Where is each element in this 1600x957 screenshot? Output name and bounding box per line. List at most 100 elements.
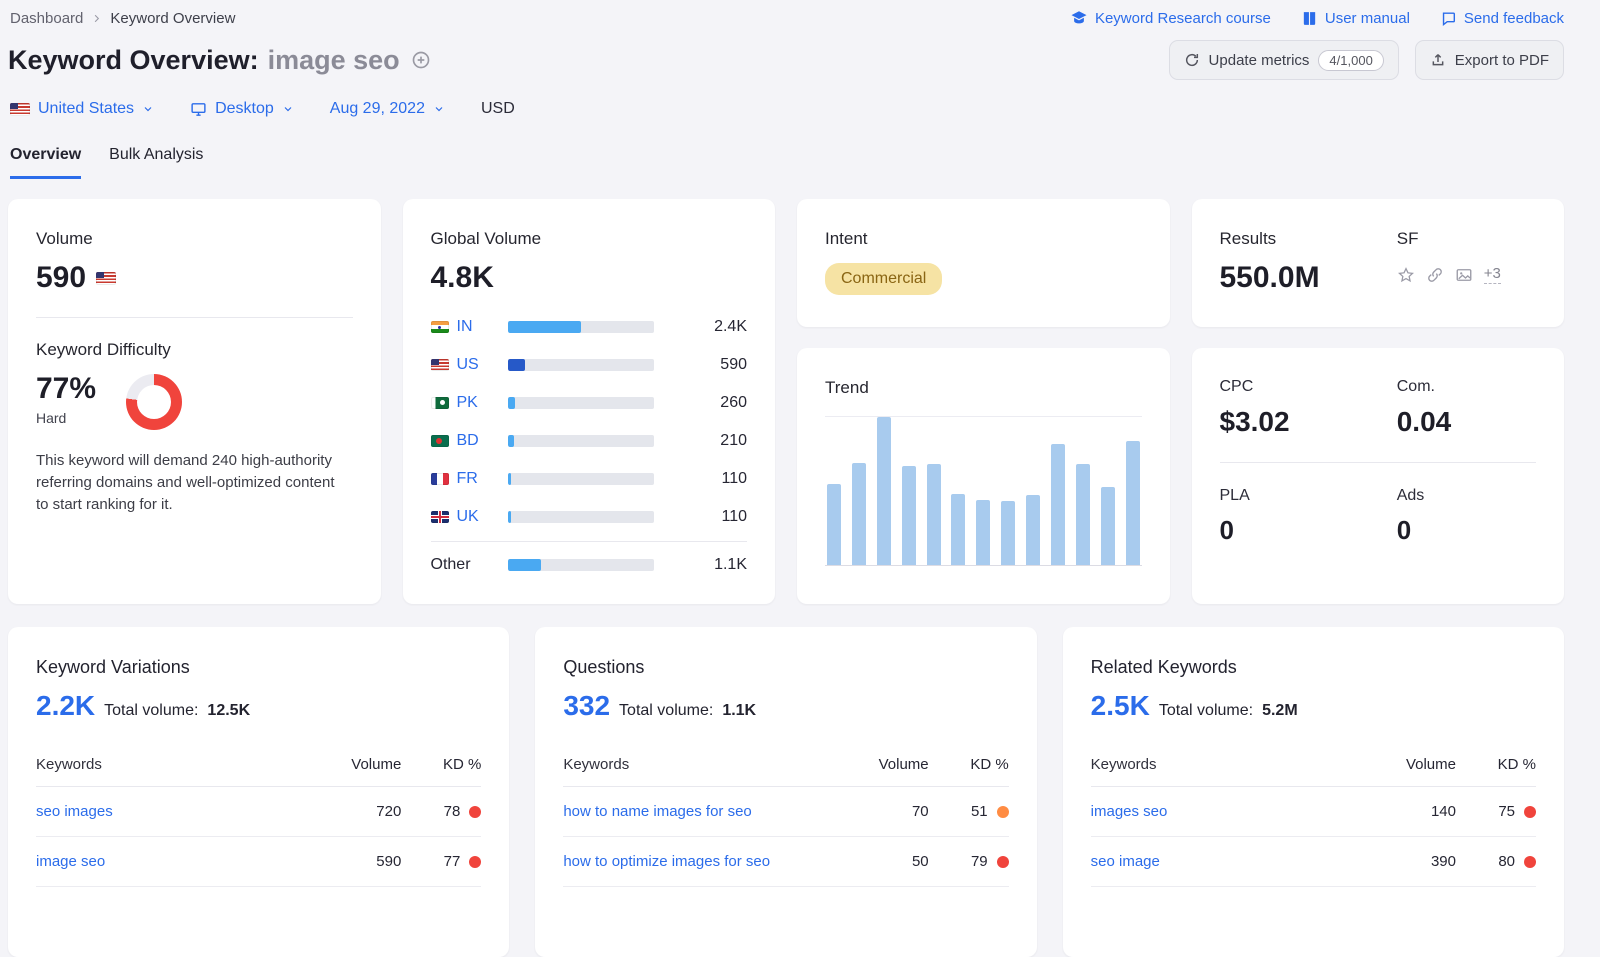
global-volume-row: PK 260 (430, 391, 747, 415)
table-header: Keywords Volume KD % (1090, 756, 1536, 787)
country-code-link[interactable]: IN (457, 318, 508, 336)
country-volume-bar (507, 397, 654, 409)
competition-label: Com. (1396, 378, 1435, 395)
country-volume-bar (507, 435, 654, 447)
country-volume-value[interactable]: 110 (654, 470, 747, 488)
country-volume-bar-fill (507, 359, 526, 371)
flag-fr-icon (430, 473, 449, 485)
kd-dot (1524, 805, 1536, 818)
results-value: 550.0M (1219, 261, 1320, 294)
global-volume-value: 4.8K (430, 261, 494, 294)
export-pdf-button[interactable]: Export to PDF (1414, 40, 1564, 80)
kd-donut-chart (126, 374, 183, 430)
keywords-column-header: Keywords (36, 756, 102, 773)
results-cpc-column: Results 550.0M SF +3 CPC $3.02 Com. 0.04… (1191, 199, 1564, 604)
keyword-link[interactable]: seo images (36, 803, 113, 820)
country-volume-value[interactable]: 260 (654, 394, 747, 412)
serp-features-title: SF (1396, 229, 1419, 248)
kd-level-label: Hard (36, 410, 67, 426)
flag-bd-icon (430, 435, 449, 447)
chevron-down-icon (435, 107, 443, 112)
table-count: 2.5K (1090, 690, 1150, 721)
keyword-volume: 720 (376, 803, 402, 820)
country-volume-bar (507, 473, 654, 485)
date-filter[interactable]: Aug 29, 2022 (330, 100, 445, 118)
flag-us-icon (96, 271, 117, 285)
volume-card: Volume 590 Keyword Difficulty 77% Hard T… (8, 199, 381, 604)
keyword-link[interactable]: images seo (1091, 803, 1168, 820)
volume-column-header: Volume (878, 756, 929, 773)
keyword-link[interactable]: how to optimize images for seo (563, 853, 770, 870)
update-metrics-button[interactable]: Update metrics 4/1,000 (1168, 40, 1399, 80)
page-title-keyword: image seo (267, 44, 400, 75)
total-volume-value: 1.1K (722, 702, 757, 719)
flag-us-icon (430, 359, 449, 371)
country-code-link[interactable]: US (457, 356, 508, 374)
country-filter[interactable]: United States (10, 100, 154, 118)
page-title: Keyword Overview: image seo (8, 45, 431, 76)
table-row: how to name images for seo 70 51 (563, 787, 1009, 837)
kd-column-header: KD % (970, 756, 1009, 773)
trend-bar (1075, 464, 1090, 565)
table-row: how to optimize images for seo 50 79 (563, 837, 1009, 887)
top-links: Keyword Research course User manual Send… (1070, 9, 1564, 27)
trend-bar (1001, 501, 1016, 565)
trend-title: Trend (825, 378, 869, 397)
trend-bar (976, 499, 991, 565)
country-code-link[interactable]: FR (457, 470, 508, 488)
trend-bar (1100, 486, 1115, 565)
country-code-link[interactable]: BD (457, 432, 508, 450)
keyword-link[interactable]: seo image (1091, 853, 1160, 870)
volume-value: 590 (36, 261, 87, 294)
header-row: Keyword Overview: image seo Update metri… (8, 40, 1564, 80)
keyword-research-course-link[interactable]: Keyword Research course (1070, 9, 1271, 27)
send-feedback-link[interactable]: Send feedback (1440, 10, 1564, 27)
keyword-link[interactable]: image seo (36, 853, 105, 870)
device-filter[interactable]: Desktop (190, 100, 294, 118)
country-volume-value[interactable]: 210 (654, 432, 747, 450)
total-volume-label: Total volume: (619, 702, 714, 719)
breadcrumb-dashboard[interactable]: Dashboard (10, 10, 83, 27)
results-card: Results 550.0M SF +3 (1191, 199, 1564, 327)
trend-card: Trend (797, 348, 1170, 604)
keyword-link[interactable]: how to name images for seo (563, 803, 751, 820)
country-volume-value[interactable]: 110 (654, 508, 747, 526)
country-volume-bar-fill (507, 559, 541, 571)
country-volume-bar-fill (507, 397, 516, 409)
keywords-column-header: Keywords (1090, 756, 1157, 773)
serp-features-more-link[interactable]: +3 (1483, 265, 1501, 284)
flag-pk-icon (430, 397, 449, 409)
desktop-icon (191, 102, 206, 116)
country-volume-value[interactable]: 2.4K (654, 318, 747, 336)
kd-column-header: KD % (442, 756, 482, 773)
metrics-grid: Volume 590 Keyword Difficulty 77% Hard T… (8, 199, 1564, 604)
keyword-overview-page: Dashboard Keyword Overview Keyword Resea… (0, 0, 1600, 957)
user-manual-link[interactable]: User manual (1301, 10, 1410, 27)
flag-in-icon (430, 321, 449, 333)
image-icon[interactable] (1455, 266, 1473, 284)
table-count: 332 (563, 690, 611, 721)
country-code-link[interactable]: UK (457, 508, 508, 526)
pla-label: PLA (1219, 487, 1250, 504)
tab-bulk-analysis[interactable]: Bulk Analysis (109, 146, 203, 179)
device-filter-label: Desktop (215, 100, 274, 117)
table-header: Keywords Volume KD % (563, 756, 1009, 787)
star-icon[interactable] (1397, 266, 1415, 284)
intent-badge-commercial[interactable]: Commercial (825, 263, 943, 295)
intent-trend-column: Intent Commercial Trend (797, 199, 1170, 604)
table-count: 2.2K (36, 690, 96, 721)
page-title-label: Keyword Overview: (8, 44, 259, 75)
total-volume-value: 12.5K (207, 702, 251, 719)
add-keyword-icon[interactable] (411, 50, 431, 70)
top-bar: Dashboard Keyword Overview Keyword Resea… (8, 0, 1564, 27)
related-keywords-card: Related Keywords 2.5K Total volume: 5.2M… (1062, 627, 1564, 957)
kd-description: This keyword will demand 240 high-author… (36, 452, 335, 514)
pla-value: 0 (1219, 515, 1234, 545)
tab-overview[interactable]: Overview (10, 146, 82, 179)
keyword-variations-card: Keyword Variations 2.2K Total volume: 12… (8, 627, 510, 957)
trend-bar (926, 464, 941, 565)
global-volume-rows: IN 2.4K US 590 PK 260 BD 210 FR 110 UK 1… (430, 315, 747, 574)
country-code-link[interactable]: PK (457, 394, 508, 412)
kd-dot (996, 805, 1009, 818)
link-icon[interactable] (1426, 266, 1444, 284)
